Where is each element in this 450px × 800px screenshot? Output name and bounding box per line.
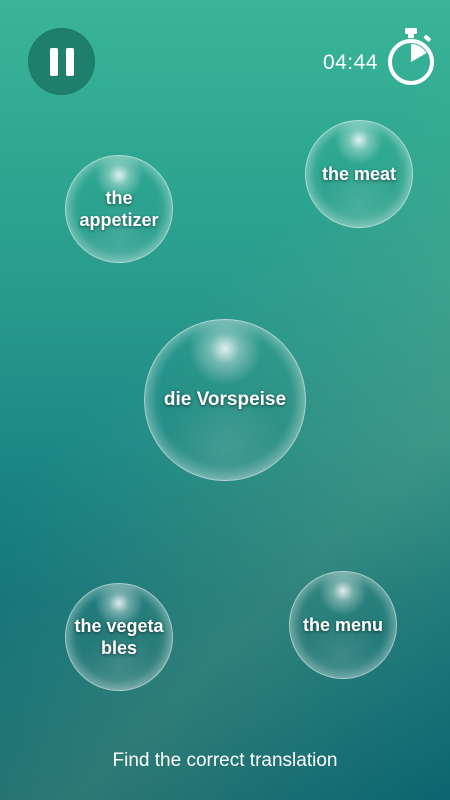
prompt-word: die Vorspeise bbox=[163, 389, 287, 411]
pause-icon bbox=[49, 47, 74, 76]
pause-bar bbox=[49, 47, 58, 76]
answer-bubble-vegetables[interactable]: the vegetables bbox=[65, 583, 173, 691]
answer-label: the appetizer bbox=[79, 187, 159, 231]
instruction-text: Find the correct translation bbox=[112, 750, 338, 771]
answer-bubble-menu[interactable]: the menu bbox=[289, 571, 397, 679]
answer-bubble-appetizer[interactable]: the appetizer bbox=[65, 155, 173, 263]
pause-bar bbox=[65, 47, 74, 76]
answer-label: the menu bbox=[302, 614, 383, 635]
answer-label: the meat bbox=[321, 163, 397, 184]
answer-label: the vegetables bbox=[74, 615, 164, 659]
stopwatch-icon bbox=[388, 28, 434, 85]
prompt-bubble: die Vorspeise bbox=[144, 319, 306, 481]
pause-button[interactable] bbox=[28, 28, 95, 95]
timer-display: 04:44 bbox=[322, 51, 378, 74]
answer-bubble-meat[interactable]: the meat bbox=[305, 120, 413, 228]
